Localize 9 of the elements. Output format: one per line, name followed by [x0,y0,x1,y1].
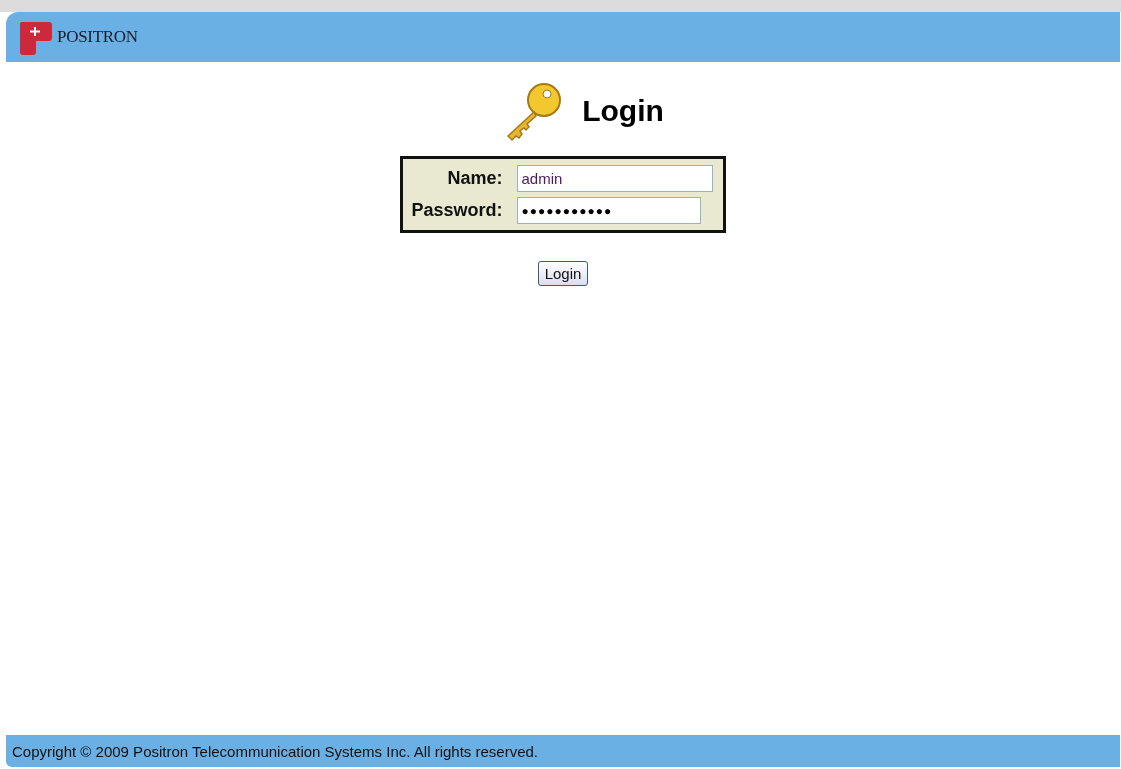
password-field[interactable]: ●●●●●●●●●●● [516,197,701,224]
field-label: Name: [446,168,503,189]
login-button[interactable]: Login [537,261,589,286]
copyright-text: Copyright © 2009 Positron Telecommunication Systems Inc. All rights reserved. [12,742,538,760]
logo-text: POSITRON [57,27,138,47]
field-label: Password: [411,200,503,221]
name-field[interactable]: admin [516,165,713,192]
logo-icon [19,19,53,55]
login-title: Login [582,94,664,128]
